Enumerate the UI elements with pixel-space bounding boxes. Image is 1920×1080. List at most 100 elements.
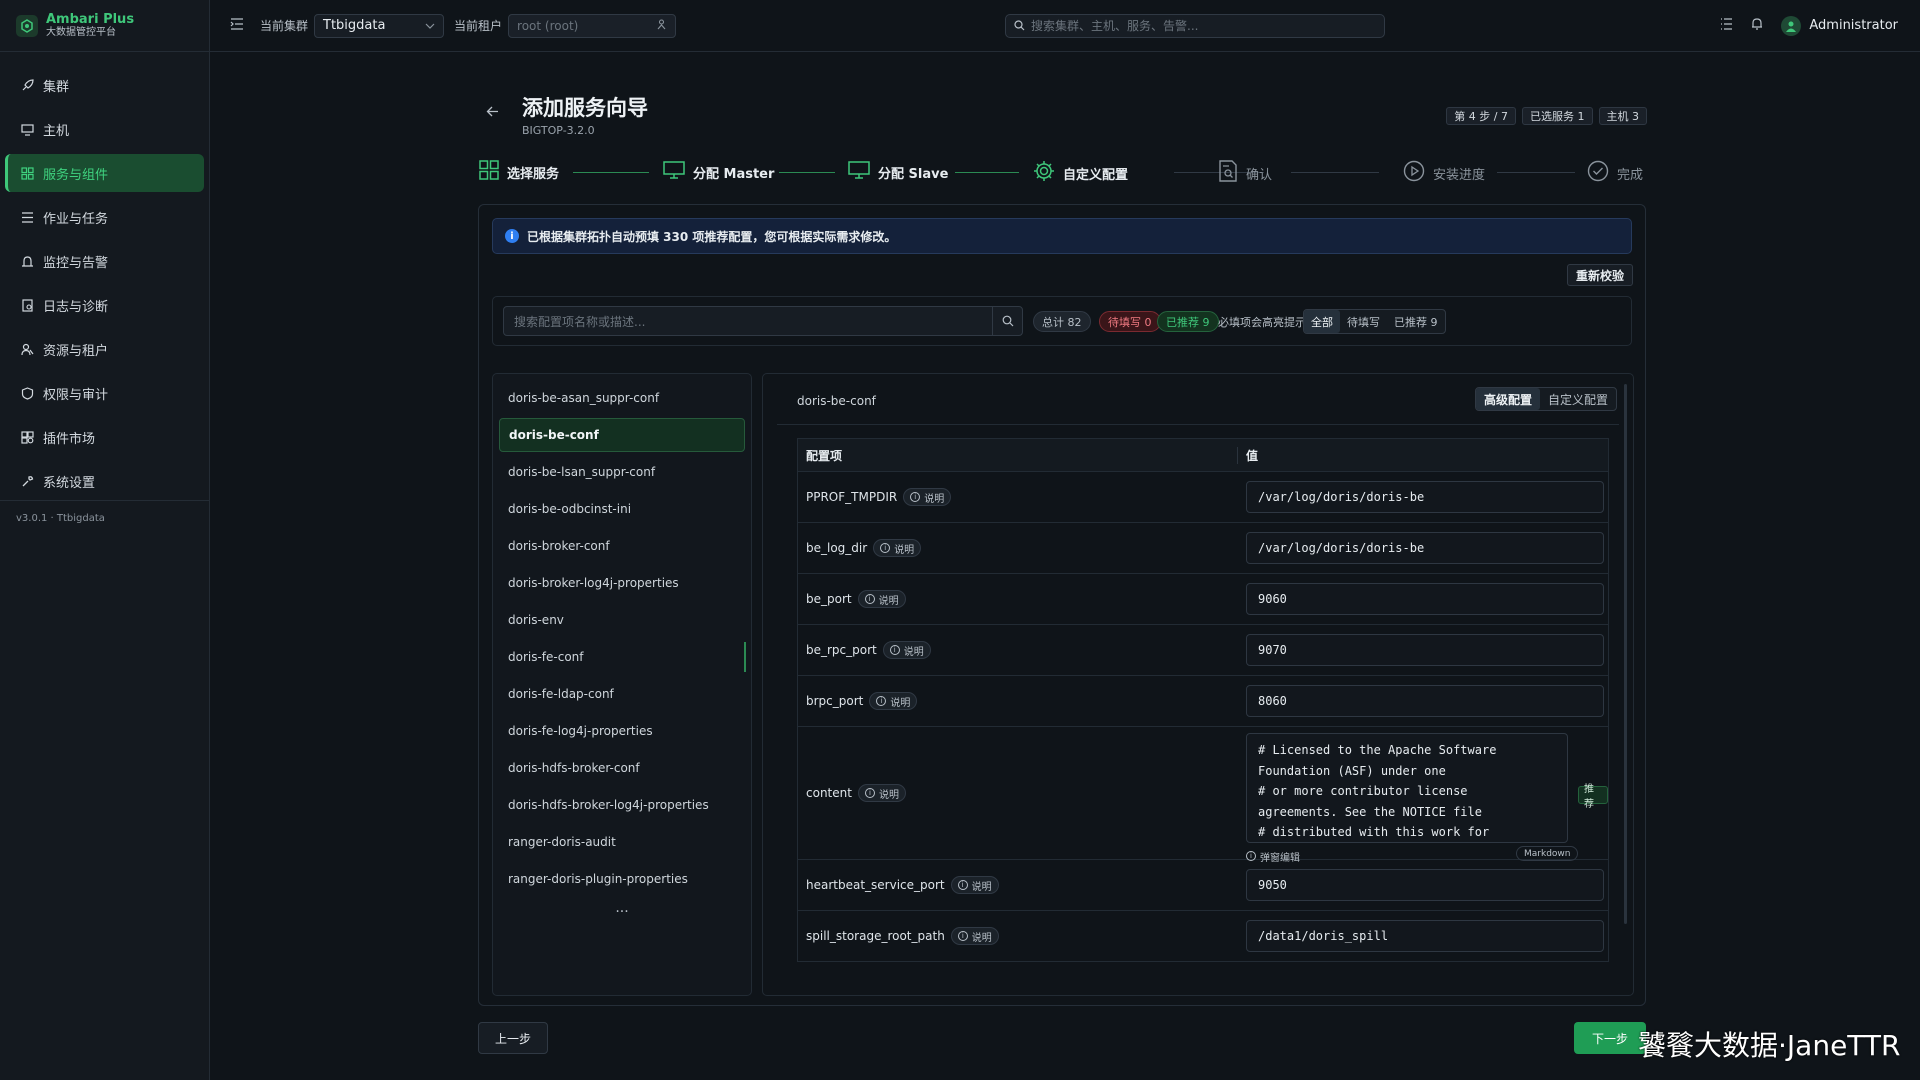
config-filter-bar: 搜索配置项名称或描述... 总计 82 待填写 0 已推荐 9 必填项会高亮提示… [492,296,1632,346]
list-item[interactable]: doris-hdfs-broker-log4j-properties [499,788,745,822]
config-value-input[interactable]: 9070 [1246,634,1604,666]
search-icon[interactable] [992,306,1022,336]
config-search-input[interactable]: 搜索配置项名称或描述... [503,306,1023,336]
next-step-button[interactable]: 下一步 [1574,1022,1646,1054]
list-item[interactable]: doris-broker-conf [499,529,745,563]
sidebar-item-hosts[interactable]: 主机 [5,110,204,148]
sidebar-item-label: 作业与任务 [43,211,109,227]
previous-step-button[interactable]: 上一步 [478,1022,548,1054]
filter-segmented-control: 全部 待填写 已推荐 9 [1303,309,1446,334]
brand[interactable]: Ambari Plus 大数据管控平台 [0,0,209,52]
sidebar-item-resources[interactable]: 资源与租户 [5,330,204,368]
recommend-tag: 推荐 [1578,784,1608,810]
step-install-progress[interactable]: 安装进度 [1403,160,1485,186]
divider [777,424,1619,425]
sidebar-item-label: 集群 [43,79,70,95]
sidebar-item-logs[interactable]: 日志与诊断 [5,286,204,324]
brand-name: Ambari Plus [46,12,135,27]
content-textarea[interactable]: # Licensed to the Apache Software Founda… [1246,733,1568,843]
config-key: be_log_dir [806,541,868,555]
brand-subtitle: 大数据管控平台 [46,27,116,38]
list-item[interactable]: doris-hdfs-broker-conf [499,751,745,785]
config-key: be_port [806,592,852,606]
config-detail-title: doris-be-conf [797,394,876,408]
menu-toggle-icon[interactable] [230,17,244,34]
explain-button[interactable]: i 说明 [950,876,999,894]
step-custom-config[interactable]: 自定义配置 [1033,160,1128,186]
list-item[interactable]: doris-fe-ldap-conf [499,677,745,711]
explain-button[interactable]: i 说明 [857,590,906,608]
tab-advanced-config[interactable]: 高级配置 [1475,388,1540,410]
revalidate-button[interactable]: 重新校验 [1566,264,1633,286]
list-item[interactable]: doris-be-conf [499,418,745,452]
step-assign-slave[interactable]: 分配 Slave [848,160,948,184]
scroll-indicator [744,642,746,672]
config-value-input[interactable]: /var/log/doris/doris-be [1246,532,1604,564]
task-list-icon[interactable] [1720,17,1733,34]
list-item[interactable]: doris-fe-conf [499,640,746,674]
config-value-input[interactable]: 9060 [1246,583,1604,615]
bell-icon[interactable] [1751,17,1763,34]
sidebar-item-label: 监控与告警 [43,255,109,271]
list-item[interactable]: doris-be-odbcinst-ini [499,492,745,526]
step-connector [779,172,835,173]
config-detail-panel: doris-be-conf 高级配置 自定义配置 配置项 值 PPROF_TMP… [762,373,1634,996]
filter-pending[interactable]: 待填写 [1340,310,1387,333]
sidebar-item-plugins[interactable]: 插件市场 [5,418,204,456]
config-value-input[interactable]: 8060 [1246,685,1604,717]
list-item[interactable]: doris-broker-log4j-properties [499,566,745,600]
list-item[interactable]: doris-env [499,603,745,637]
back-arrow-icon[interactable] [486,106,499,121]
sidebar-item-services[interactable]: 服务与组件 [5,154,204,192]
explain-button[interactable]: i 说明 [873,539,922,557]
config-value-input[interactable]: /var/log/doris/doris-be [1246,481,1604,513]
total-count-badge: 总计 82 [1033,311,1091,332]
column-header-value: 值 [1246,448,1259,463]
step-counter-badge: 第 4 步 / 7 [1446,107,1516,125]
explain-button[interactable]: i 说明 [857,784,906,802]
explain-button[interactable]: i 说明 [903,488,952,506]
chevron-down-icon [425,18,435,33]
step-label: 安装进度 [1433,167,1486,183]
config-tabs: 高级配置 自定义配置 [1474,387,1617,411]
stack-version: BIGTOP-3.2.0 [522,124,595,137]
step-confirm[interactable]: 确认 [1218,160,1272,186]
sidebar-item-permissions[interactable]: 权限与审计 [5,374,204,412]
list-item[interactable]: doris-be-lsan_suppr-conf [499,455,745,489]
list-item[interactable]: ranger-doris-audit [499,825,745,859]
explain-label: 说明 [971,932,992,944]
user-menu[interactable]: Administrator [1781,15,1898,36]
step-complete[interactable]: 完成 [1587,160,1643,186]
filter-all[interactable]: 全部 [1304,310,1340,333]
config-value-input[interactable]: 9050 [1246,869,1604,901]
scrollbar[interactable] [1624,384,1627,924]
table-row: spill_storage_root_path i 说明 /data1/doris… [798,911,1608,962]
table-row: be_rpc_port i 说明 9070 [798,625,1608,676]
sidebar-item-jobs[interactable]: 作业与任务 [5,198,204,236]
check-circle-icon [1587,160,1609,186]
explain-label: 说明 [890,697,911,709]
global-search-input[interactable]: 搜索集群、主机、服务、告警... [1005,13,1385,38]
search-icon [1014,20,1025,31]
table-row: heartbeat_service_port i 说明 9050 [798,860,1608,911]
sidebar-item-label: 日志与诊断 [43,299,109,315]
cluster-select[interactable]: Ttbigdata [314,13,445,38]
tab-custom-config[interactable]: 自定义配置 [1540,388,1616,410]
explain-button[interactable]: i 说明 [869,692,918,710]
markdown-format-tag[interactable]: Markdown [1516,846,1579,861]
sidebar-item-monitoring[interactable]: 监控与告警 [5,242,204,280]
sidebar-item-cluster[interactable]: 集群 [5,66,204,104]
step-select-services[interactable]: 选择服务 [479,160,559,184]
tenant-input[interactable]: root (root) [508,13,677,38]
explain-button[interactable]: i 说明 [882,641,931,659]
explain-label: 说明 [971,881,992,893]
config-value-input[interactable]: /data1/doris_spill [1246,920,1604,952]
explain-button[interactable]: i 说明 [950,927,999,945]
filter-recommended[interactable]: 已推荐 9 [1387,310,1445,333]
step-assign-master[interactable]: 分配 Master [663,160,774,184]
list-item[interactable]: doris-fe-log4j-properties [499,714,745,748]
more-indicator[interactable]: ... [493,900,751,916]
list-item[interactable]: doris-be-asan_suppr-conf [499,381,745,415]
list-item[interactable]: ranger-doris-plugin-properties [499,862,745,896]
sidebar-item-settings[interactable]: 系统设置 [5,462,204,500]
